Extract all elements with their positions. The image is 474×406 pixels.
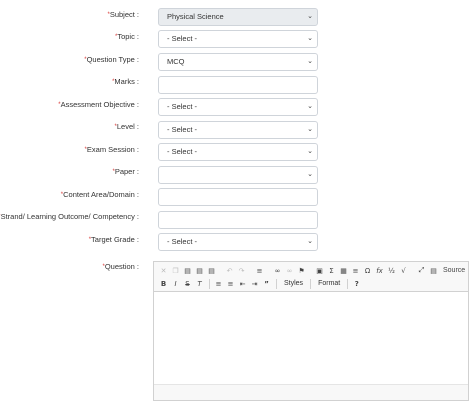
sqrt-icon[interactable]: √	[398, 265, 409, 277]
table-icon[interactable]: ▦	[338, 265, 349, 277]
strand-input[interactable]	[158, 211, 318, 229]
redo-icon[interactable]: ↷	[236, 265, 247, 277]
question-editor[interactable]: ✕ ❐ ▤ ▤ ▤ ↶ ↷ ≡ ∞ ∞ ⚑ ▣ Σ ▦ ≡ Ω fx ½ √ ⤢…	[153, 261, 469, 401]
special-char-omega-icon[interactable]: Ω	[362, 265, 373, 277]
blockquote-icon[interactable]: ”	[261, 278, 272, 290]
strand-label: *Strand/ Learning Outcome/ Competency :	[0, 212, 139, 221]
spellcheck-icon[interactable]: ≡	[254, 265, 265, 277]
increase-indent-icon[interactable]: ⇥	[249, 278, 260, 290]
source-icon[interactable]: ▤	[428, 265, 439, 277]
strikethrough-icon[interactable]: S	[182, 278, 193, 290]
editor-status-bar	[154, 384, 468, 400]
topic-label: *Topic :	[114, 32, 139, 41]
target-grade-select[interactable]: - Select - ⌄	[158, 233, 318, 251]
unlink-icon[interactable]: ∞	[284, 265, 295, 277]
editor-toolbar: ✕ ❐ ▤ ▤ ▤ ↶ ↷ ≡ ∞ ∞ ⚑ ▣ Σ ▦ ≡ Ω fx ½ √ ⤢…	[154, 262, 468, 292]
exam-session-select[interactable]: - Select - ⌄	[158, 143, 318, 161]
paste-icon[interactable]: ▤	[182, 265, 193, 277]
topic-select[interactable]: - Select - ⌄	[158, 30, 318, 48]
decrease-indent-icon[interactable]: ⇤	[237, 278, 248, 290]
marks-input[interactable]	[158, 76, 318, 94]
level-label: *Level :	[114, 122, 139, 131]
chevron-down-icon: ⌄	[307, 13, 313, 20]
anchor-flag-icon[interactable]: ⚑	[296, 265, 307, 277]
chevron-down-icon: ⌄	[307, 171, 313, 178]
undo-icon[interactable]: ↶	[224, 265, 235, 277]
chevron-down-icon: ⌄	[307, 238, 313, 245]
cut-icon[interactable]: ✕	[158, 265, 169, 277]
italic-icon[interactable]: I	[170, 278, 181, 290]
link-icon[interactable]: ∞	[272, 265, 283, 277]
subject-select[interactable]: Physical Science ⌄	[158, 8, 318, 26]
formula-fx-icon[interactable]: fx	[374, 265, 385, 277]
sigma-icon[interactable]: Σ	[326, 265, 337, 277]
source-button[interactable]: Source	[440, 267, 468, 274]
question-label: *Question :	[102, 262, 139, 271]
maximize-icon[interactable]: ⤢	[416, 265, 427, 277]
level-select[interactable]: - Select - ⌄	[158, 121, 318, 139]
image-icon[interactable]: ▣	[314, 265, 325, 277]
paste-word-icon[interactable]: ▤	[206, 265, 217, 277]
format-dropdown[interactable]: Format	[314, 278, 344, 289]
bulleted-list-icon[interactable]: ≡	[225, 278, 236, 290]
fraction-icon[interactable]: ½	[386, 265, 397, 277]
remove-format-icon[interactable]: T	[194, 278, 205, 290]
paper-select[interactable]: ⌄	[158, 166, 318, 184]
chevron-down-icon: ⌄	[307, 126, 313, 133]
paste-text-icon[interactable]: ▤	[194, 265, 205, 277]
exam-session-label: *Exam Session :	[84, 145, 139, 154]
bold-icon[interactable]: B	[158, 278, 169, 290]
chevron-down-icon: ⌄	[307, 35, 313, 42]
marks-label: *Marks :	[112, 77, 139, 86]
assessment-objective-select[interactable]: - Select - ⌄	[158, 98, 318, 116]
paper-label: *Paper :	[112, 167, 139, 176]
target-grade-label: *Target Grade :	[88, 235, 139, 244]
question-type-label: *Question Type :	[84, 55, 139, 64]
content-area-input[interactable]	[158, 188, 318, 206]
styles-dropdown[interactable]: Styles	[280, 278, 307, 289]
content-area-label: *Content Area/Domain :	[60, 190, 139, 199]
subject-label: *Subject :	[107, 10, 139, 19]
horizontal-line-icon[interactable]: ≡	[350, 265, 361, 277]
chevron-down-icon: ⌄	[307, 103, 313, 110]
chevron-down-icon: ⌄	[307, 148, 313, 155]
copy-icon[interactable]: ❐	[170, 265, 181, 277]
question-type-select[interactable]: MCQ ⌄	[158, 53, 318, 71]
chevron-down-icon: ⌄	[307, 58, 313, 65]
assessment-objective-label: *Assessment Objective :	[58, 100, 139, 109]
help-button[interactable]: ?	[351, 278, 362, 290]
numbered-list-icon[interactable]: ≡	[213, 278, 224, 290]
